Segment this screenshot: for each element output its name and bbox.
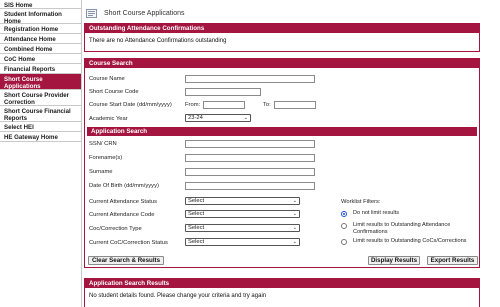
worklist-option-label: Limit results to Outstanding CoCs/Correc…: [353, 238, 467, 244]
sidebar-item-coc-home[interactable]: CoC Home: [0, 54, 82, 64]
start-date-to-input[interactable]: [274, 101, 316, 109]
current-coc-correction-status-label: Current CoC/Correction Status: [89, 240, 168, 246]
clear-search-results-button[interactable]: Clear Search & Results: [88, 256, 164, 265]
sidebar-item-student-information-home[interactable]: Student Information Home: [0, 9, 82, 25]
to-label: To:: [263, 102, 271, 108]
attendance-confirmations-panel: Outstanding Attendance Confirmations The…: [84, 23, 480, 52]
worklist-filters-label: Worklist Filters:: [341, 199, 381, 205]
ssn-crn-input[interactable]: [185, 140, 315, 148]
academic-year-select[interactable]: 23-24 ⌄: [185, 114, 251, 122]
academic-year-value: 23-24: [188, 115, 203, 121]
coc-correction-type-label: Coc/Correction Type: [89, 226, 142, 232]
sidebar-item-financial-reports[interactable]: Financial Reports: [0, 64, 82, 74]
start-date-from-input[interactable]: [203, 101, 245, 109]
course-name-input[interactable]: [185, 75, 315, 83]
display-results-button[interactable]: Display Results: [368, 256, 420, 265]
surname-label: Surname: [89, 169, 113, 175]
sidebar: SIS Home Student Information Home Regist…: [0, 0, 82, 307]
document-icon: [85, 8, 99, 19]
current-attendance-code-select[interactable]: Select ⌄: [185, 210, 300, 218]
sidebar-divider: [81, 0, 82, 307]
current-attendance-code-value: Select: [188, 211, 205, 217]
surname-input[interactable]: [185, 168, 315, 176]
from-label: From:: [185, 102, 201, 108]
radio-button[interactable]: [341, 223, 347, 229]
short-course-code-input[interactable]: [185, 88, 261, 96]
current-attendance-status-value: Select: [188, 198, 205, 204]
ssn-crn-label: SSN/ CRN: [89, 141, 117, 147]
course-search-heading: Course Search: [85, 59, 479, 68]
chevron-down-icon: ⌄: [292, 225, 297, 231]
forenames-label: Forename(s): [89, 155, 123, 161]
current-attendance-code-label: Current Attendance Code: [89, 212, 155, 218]
sidebar-item-short-course-provider-correction[interactable]: Short Course Provider Correction: [0, 90, 82, 106]
application-search-heading: Application Search: [87, 127, 477, 136]
chevron-down-icon: ⌄: [292, 239, 297, 245]
academic-year-label: Academic Year: [89, 116, 128, 122]
date-of-birth-label: Date Of Birth (dd/mm/yyyy): [89, 183, 159, 189]
sidebar-item-combined-home[interactable]: Combined Home: [0, 44, 82, 54]
current-attendance-status-label: Current Attendance Status: [89, 199, 157, 205]
page-title: Short Course Applications: [104, 9, 185, 17]
application-search-results-panel: Application Search Results No student de…: [84, 278, 480, 307]
sidebar-item-attendance-home[interactable]: Attendance Home: [0, 34, 82, 44]
radio-button[interactable]: [341, 239, 347, 245]
date-of-birth-input[interactable]: [185, 182, 315, 190]
sidebar-item-short-course-financial-reports[interactable]: Short Course Financial Reports: [0, 106, 82, 122]
sidebar-item-he-gateway-home[interactable]: HE Gateway Home: [0, 132, 82, 142]
worklist-option-label: Do not limit results: [353, 210, 400, 216]
application-search-results-heading: Application Search Results: [85, 279, 479, 288]
forenames-input[interactable]: [185, 154, 315, 162]
current-coc-correction-status-value: Select: [188, 239, 205, 245]
worklist-option-label: Limit results to Outstanding Attendance …: [353, 222, 451, 235]
attendance-confirmations-message: There are no Attendance Confirmations ou…: [89, 38, 227, 44]
sidebar-item-registration-home[interactable]: Registration Home: [0, 24, 82, 34]
current-coc-correction-status-select[interactable]: Select ⌄: [185, 238, 300, 246]
coc-correction-type-select[interactable]: Select ⌄: [185, 224, 300, 232]
course-search-panel: Course Search Course Name Short Course C…: [84, 58, 480, 268]
sidebar-item-select-hei[interactable]: Select HEI: [0, 122, 82, 132]
export-results-button[interactable]: Export Results: [427, 256, 478, 265]
page-header: Short Course Applications: [84, 4, 484, 22]
chevron-down-icon: ⌄: [292, 211, 297, 217]
coc-correction-type-value: Select: [188, 225, 205, 231]
application-search-results-message: No student details found. Please change …: [89, 293, 267, 299]
sidebar-item-sis-home[interactable]: SIS Home: [0, 0, 82, 9]
course-name-label: Course Name: [89, 76, 125, 82]
chevron-down-icon: ⌄: [292, 198, 297, 204]
chevron-down-icon: ⌄: [243, 115, 248, 121]
course-start-date-label: Course Start Date (dd/mm/yyyy): [89, 102, 172, 108]
attendance-confirmations-heading: Outstanding Attendance Confirmations: [85, 24, 479, 33]
current-attendance-status-select[interactable]: Select ⌄: [185, 197, 300, 205]
sidebar-item-short-course-applications[interactable]: Short Course Applications: [0, 74, 82, 90]
short-course-code-label: Short Course Code: [89, 89, 139, 95]
radio-button-checked[interactable]: [341, 211, 347, 217]
